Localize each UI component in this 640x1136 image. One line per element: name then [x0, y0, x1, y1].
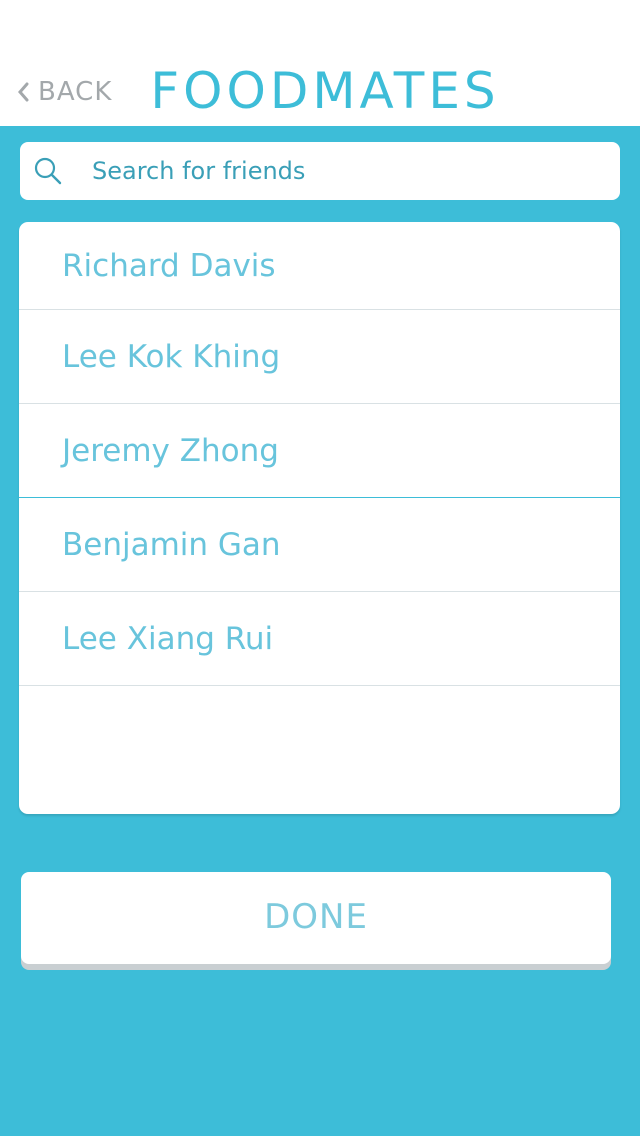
friend-name: Jeremy Zhong [62, 432, 279, 469]
search-input[interactable] [92, 142, 612, 200]
friend-list-item[interactable]: Jeremy Zhong [19, 404, 620, 498]
page-title: FOODMATES [150, 62, 500, 120]
friend-name: Lee Xiang Rui [62, 620, 274, 657]
friend-list-item[interactable]: Lee Kok Khing [19, 310, 620, 404]
friends-list: Richard Davis Lee Kok Khing Jeremy Zhong… [19, 222, 620, 814]
header-bar: BACK FOODMATES [0, 0, 640, 126]
done-button[interactable]: DONE [21, 872, 611, 964]
search-bar[interactable] [20, 142, 620, 200]
friend-name: Benjamin Gan [62, 526, 281, 563]
friend-list-item[interactable]: Benjamin Gan [19, 498, 620, 592]
friend-list-item[interactable]: Richard Davis [19, 222, 620, 310]
friend-list-item[interactable]: Lee Xiang Rui [19, 592, 620, 686]
search-icon [34, 157, 62, 185]
friend-name: Lee Kok Khing [62, 338, 281, 375]
friend-name: Richard Davis [62, 247, 276, 284]
